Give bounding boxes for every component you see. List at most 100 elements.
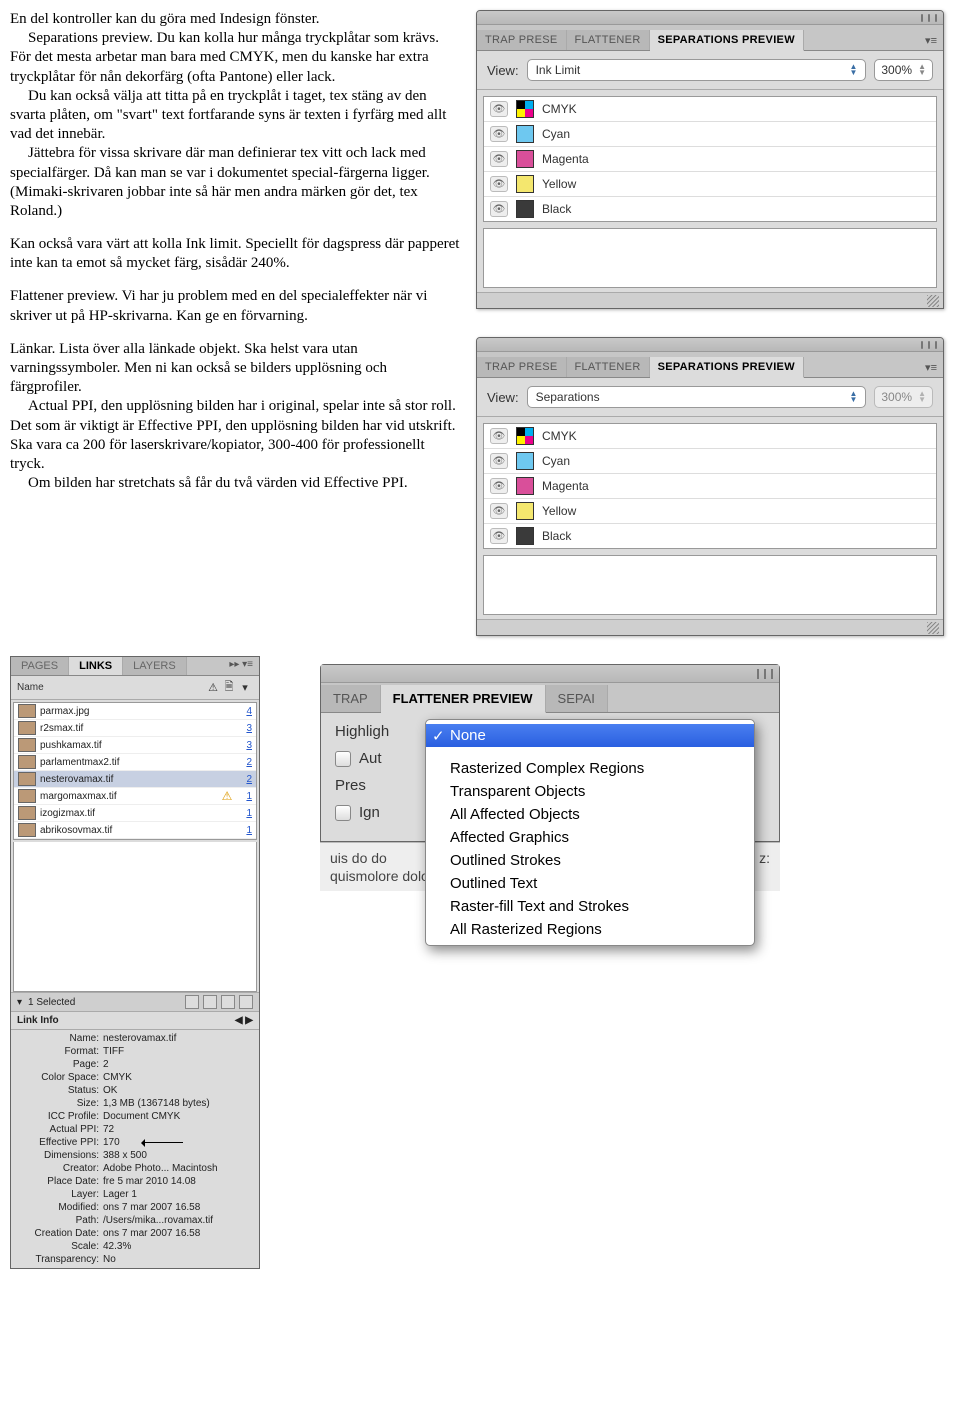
menu-item[interactable]: All Affected Objects	[426, 803, 754, 826]
ink-row[interactable]: 👁 Cyan	[484, 449, 936, 474]
edit-original-icon[interactable]	[239, 995, 253, 1009]
tab-pages[interactable]: PAGES	[11, 657, 69, 675]
link-file-row[interactable]: margomaxmax.tif⚠1	[14, 788, 256, 805]
eye-icon[interactable]: 👁	[490, 151, 508, 167]
menu-item[interactable]: Outlined Strokes	[426, 849, 754, 872]
tab-separations[interactable]: SEPARATIONS PREVIEW	[650, 357, 804, 378]
tab-trap[interactable]: TRAP PRESE	[477, 30, 567, 50]
link-info-label: Link Info	[17, 1015, 59, 1026]
ink-row[interactable]: 👁CMYK	[484, 97, 936, 122]
tab-flattener[interactable]: FLATTENER	[567, 30, 650, 50]
panel-titlebar[interactable]	[477, 11, 943, 25]
ink-row[interactable]: 👁CMYK	[484, 424, 936, 449]
chevron-down-icon[interactable]: ▾	[237, 681, 253, 694]
panel-menu-icon[interactable]: ▾≡	[919, 358, 943, 377]
menu-item[interactable]: All Rasterized Regions	[426, 918, 754, 941]
menu-item[interactable]: Outlined Text	[426, 872, 754, 895]
ink-name: Yellow	[542, 177, 576, 191]
info-key: Color Space:	[17, 1072, 99, 1083]
page-number[interactable]: 1	[238, 791, 252, 802]
link-info-header[interactable]: Link Info ◀ ▶	[11, 1011, 259, 1030]
info-key: Creator:	[17, 1163, 99, 1174]
menu-item[interactable]: Rasterized Complex Regions	[426, 757, 754, 780]
tab-separations-cut[interactable]: SEPAI	[546, 685, 608, 712]
arrow-icon	[143, 1142, 183, 1143]
tab-flattener[interactable]: FLATTENER	[567, 357, 650, 377]
page-number[interactable]: 4	[238, 706, 252, 717]
eye-icon[interactable]: 👁	[490, 428, 508, 444]
relink-icon[interactable]	[185, 995, 199, 1009]
file-name: izogizmax.tif	[40, 808, 216, 819]
link-file-row[interactable]: abrikosovmax.tif1	[14, 822, 256, 839]
eye-icon[interactable]: 👁	[490, 101, 508, 117]
ink-row[interactable]: 👁 Yellow	[484, 172, 936, 197]
link-file-row[interactable]: pushkamax.tif3	[14, 737, 256, 754]
eye-icon[interactable]: 👁	[490, 126, 508, 142]
ink-row[interactable]: 👁Black	[484, 197, 936, 221]
highlight-menu[interactable]: None Rasterized Complex RegionsTranspare…	[425, 719, 755, 946]
ink-row[interactable]: 👁Magenta	[484, 147, 936, 172]
eye-icon[interactable]: 👁	[490, 201, 508, 217]
menu-item[interactable]: Raster-fill Text and Strokes	[426, 895, 754, 918]
nav-arrows-icon[interactable]: ◀ ▶	[235, 1015, 253, 1026]
selected-count: 1 Selected	[28, 997, 75, 1008]
percent-dropdown[interactable]: 300% ▲▼	[874, 59, 933, 81]
link-file-row[interactable]: r2smax.tif3	[14, 720, 256, 737]
link-file-row[interactable]: parlamentmax2.tif2	[14, 754, 256, 771]
page-number[interactable]: 2	[238, 757, 252, 768]
ink-name: Cyan	[542, 454, 570, 468]
page-number[interactable]: 1	[238, 825, 252, 836]
page-number[interactable]: 2	[238, 774, 252, 785]
goto-link-icon[interactable]	[203, 995, 217, 1009]
resize-handle-icon[interactable]	[927, 295, 939, 307]
ignore-checkbox[interactable]	[335, 805, 351, 821]
info-value: OK	[103, 1085, 253, 1096]
page-number[interactable]: 3	[238, 723, 252, 734]
eye-icon[interactable]: 👁	[490, 528, 508, 544]
article-text: En del kontroller kan du göra med Indesi…	[10, 10, 460, 636]
para: Flattener preview. Vi har ju problem med…	[10, 287, 460, 325]
auto-checkbox[interactable]	[335, 751, 351, 767]
swatch-black	[516, 200, 534, 218]
menu-item[interactable]: Affected Graphics	[426, 826, 754, 849]
view-dropdown[interactable]: Ink Limit ▲▼	[527, 59, 867, 81]
info-key: Effective PPI:	[17, 1137, 99, 1148]
eye-icon[interactable]: 👁	[490, 503, 508, 519]
link-file-row[interactable]: nesterovamax.tif 2	[14, 771, 256, 788]
panel-menu-icon[interactable]: ▸▸ ▾≡	[223, 657, 259, 675]
page-number[interactable]: 3	[238, 740, 252, 751]
ink-row[interactable]: 👁Magenta	[484, 474, 936, 499]
file-name: nesterovamax.tif	[40, 774, 216, 785]
link-file-row[interactable]: izogizmax.tif 1	[14, 805, 256, 822]
para: Länkar. Lista över alla länkade objekt. …	[10, 340, 460, 398]
panel-menu-icon[interactable]: ▾≡	[919, 31, 943, 50]
percent-dropdown[interactable]: 300% ▲▼	[874, 386, 933, 408]
chevron-down-icon[interactable]: ▾	[17, 997, 22, 1008]
view-dropdown[interactable]: Separations ▲▼	[527, 386, 867, 408]
panel-titlebar[interactable]	[477, 338, 943, 352]
menu-item-none[interactable]: None	[426, 724, 754, 747]
eye-icon[interactable]: 👁	[490, 453, 508, 469]
thumbnail-icon	[18, 772, 36, 786]
para: Actual PPI, den upplösning bilden har i …	[10, 397, 460, 474]
swatch-yellow	[516, 175, 534, 193]
tab-separations[interactable]: SEPARATIONS PREVIEW	[650, 30, 804, 51]
tab-trap[interactable]: TRAP	[321, 685, 381, 712]
page-number[interactable]: 1	[238, 808, 252, 819]
link-file-row[interactable]: parmax.jpg4	[14, 703, 256, 720]
tab-layers[interactable]: LAYERS	[123, 657, 187, 675]
eye-icon[interactable]: 👁	[490, 176, 508, 192]
tab-links[interactable]: LINKS	[69, 657, 123, 675]
resize-handle-icon[interactable]	[927, 622, 939, 634]
para: Jättebra för vissa skrivare där man defi…	[10, 144, 460, 221]
eye-icon[interactable]: 👁	[490, 478, 508, 494]
panel-titlebar[interactable]	[321, 665, 779, 683]
menu-item[interactable]: Transparent Objects	[426, 780, 754, 803]
update-link-icon[interactable]	[221, 995, 235, 1009]
tab-trap[interactable]: TRAP PRESE	[477, 357, 567, 377]
thumbnail-icon	[18, 721, 36, 735]
ink-row[interactable]: 👁Yellow	[484, 499, 936, 524]
ink-row[interactable]: 👁Black	[484, 524, 936, 548]
ink-row[interactable]: 👁Cyan	[484, 122, 936, 147]
tab-flattener-preview[interactable]: FLATTENER PREVIEW	[381, 685, 546, 713]
